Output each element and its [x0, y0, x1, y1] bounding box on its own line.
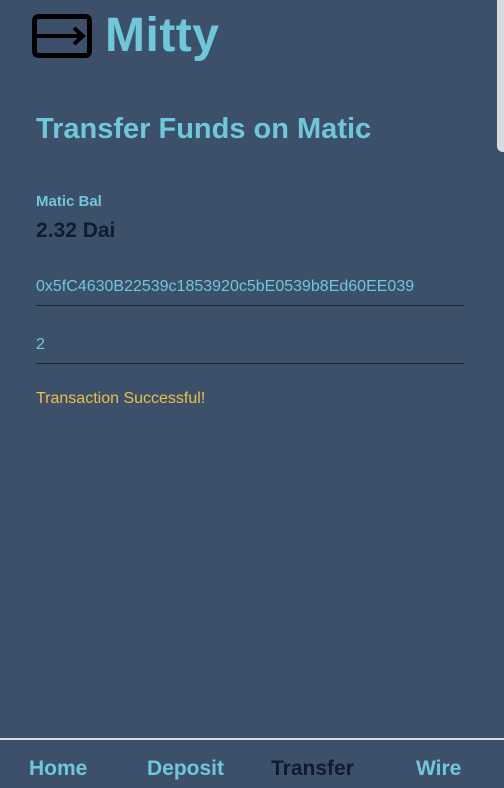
nav-home[interactable]: Home	[29, 757, 87, 781]
scrollbar-thumb[interactable]	[497, 0, 504, 152]
balance-label: Matic Bal	[36, 193, 102, 210]
nav-transfer[interactable]: Transfer	[271, 757, 354, 781]
app-header: Mitty	[0, 0, 504, 80]
transfer-arrow-icon	[32, 14, 92, 58]
balance-value: 2.32 Dai	[36, 219, 116, 242]
nav-deposit[interactable]: Deposit	[147, 757, 224, 781]
amount-field	[36, 336, 464, 364]
address-field	[36, 278, 464, 306]
amount-input[interactable]	[36, 336, 464, 354]
status-message: Transaction Successful!	[36, 390, 206, 407]
page-title: Transfer Funds on Matic	[36, 113, 372, 145]
app-title: Mitty	[105, 9, 220, 62]
address-input[interactable]	[36, 278, 464, 296]
nav-wire[interactable]: Wire	[416, 757, 461, 781]
bottom-nav: Home Deposit Transfer Wire	[0, 738, 504, 788]
